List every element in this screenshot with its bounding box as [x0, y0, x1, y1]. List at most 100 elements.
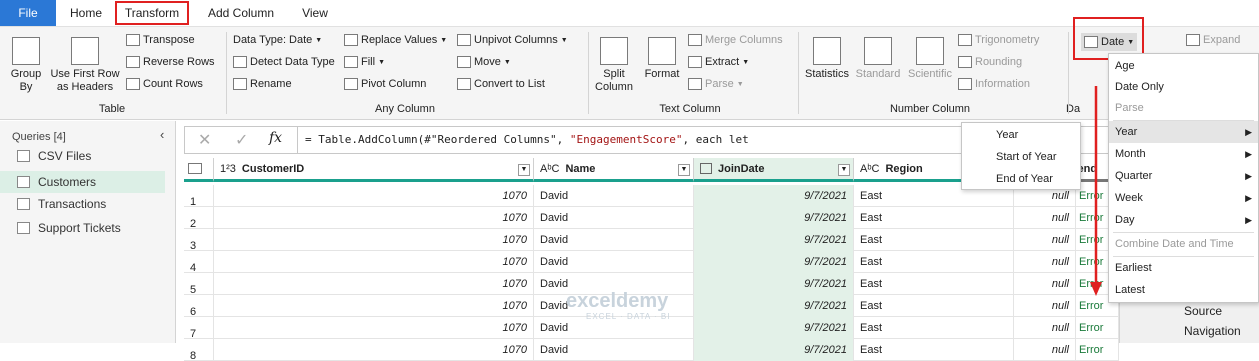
data-type-dropdown[interactable]: Data Type: Date ▼: [233, 34, 322, 46]
trigonometry-button[interactable]: Trigonometry: [958, 34, 1039, 46]
table-cell[interactable]: null: [1014, 295, 1076, 317]
query-item[interactable]: Support Tickets: [17, 221, 121, 235]
rounding-button[interactable]: Rounding: [958, 56, 1022, 68]
applied-step[interactable]: Navigation: [1184, 324, 1241, 338]
table-cell[interactable]: 1070: [214, 185, 534, 207]
table-cell[interactable]: 9/7/2021: [694, 185, 854, 207]
parse-button[interactable]: Parse ▼: [688, 78, 744, 90]
menu-item-end-of-year[interactable]: End of Year: [962, 168, 1080, 190]
group-by-button[interactable]: Group By: [6, 37, 46, 94]
menu-item-year[interactable]: Year: [962, 124, 1080, 146]
menu-item-parse[interactable]: Parse: [1109, 97, 1258, 119]
table-cell[interactable]: David: [534, 185, 694, 207]
table-cell[interactable]: null: [1014, 207, 1076, 229]
row-number[interactable]: 3: [184, 229, 214, 251]
table-cell[interactable]: null: [1014, 273, 1076, 295]
information-button[interactable]: Information: [958, 78, 1030, 90]
table-cell[interactable]: null: [1014, 317, 1076, 339]
split-column-button[interactable]: Split Column: [592, 37, 636, 94]
table-cell[interactable]: East: [854, 339, 1014, 361]
table-cell[interactable]: East: [854, 207, 1014, 229]
menu-item-month[interactable]: Month ▶: [1109, 143, 1258, 165]
column-header-name[interactable]: AᵇC Name ▼: [534, 158, 694, 182]
menu-item-age[interactable]: Age: [1109, 55, 1258, 77]
menu-item-date-only[interactable]: Date Only: [1109, 76, 1258, 98]
table-cell[interactable]: David: [534, 229, 694, 251]
table-cell[interactable]: 9/7/2021: [694, 339, 854, 361]
column-header-customerid[interactable]: 1²3 CustomerID ▼: [214, 158, 534, 182]
fill-button[interactable]: Fill ▼: [344, 56, 385, 68]
table-cell[interactable]: 9/7/2021: [694, 229, 854, 251]
formula-input[interactable]: = Table.AddColumn(#"Reordered Columns", …: [305, 133, 749, 146]
table-cell[interactable]: 9/7/2021: [694, 207, 854, 229]
row-number[interactable]: 4: [184, 251, 214, 273]
menu-item-combine-date-time[interactable]: Combine Date and Time: [1109, 233, 1258, 255]
filter-dropdown-icon[interactable]: ▼: [838, 164, 850, 176]
table-cell[interactable]: East: [854, 317, 1014, 339]
table-menu-icon[interactable]: [184, 158, 214, 182]
row-number[interactable]: 5: [184, 273, 214, 295]
table-cell[interactable]: East: [854, 273, 1014, 295]
merge-columns-button[interactable]: Merge Columns: [688, 34, 783, 46]
table-cell[interactable]: David: [534, 207, 694, 229]
table-cell[interactable]: 1070: [214, 317, 534, 339]
table-cell[interactable]: 1070: [214, 207, 534, 229]
commit-icon[interactable]: ✓: [235, 130, 248, 150]
tab-home[interactable]: Home: [66, 0, 106, 26]
extract-button[interactable]: Extract ▼: [688, 56, 749, 68]
row-number[interactable]: 8: [184, 339, 214, 361]
table-row[interactable]: 4 1070 David 9/7/2021 East null Error: [184, 251, 1119, 273]
replace-values-button[interactable]: Replace Values ▼: [344, 34, 447, 46]
menu-item-latest[interactable]: Latest: [1109, 279, 1258, 301]
table-cell[interactable]: null: [1014, 251, 1076, 273]
tab-file[interactable]: File: [0, 0, 56, 26]
table-cell[interactable]: 9/7/2021: [694, 273, 854, 295]
query-item[interactable]: CSV Files: [17, 149, 91, 163]
menu-item-earliest[interactable]: Earliest: [1109, 257, 1258, 279]
menu-item-week[interactable]: Week ▶: [1109, 187, 1258, 209]
rename-button[interactable]: Rename: [233, 78, 292, 90]
table-cell[interactable]: East: [854, 251, 1014, 273]
table-cell[interactable]: 9/7/2021: [694, 295, 854, 317]
column-header-joindate[interactable]: JoinDate ▼: [694, 158, 854, 182]
table-row[interactable]: 3 1070 David 9/7/2021 East null Error: [184, 229, 1119, 251]
expand-button[interactable]: Expand: [1186, 34, 1240, 46]
menu-item-year[interactable]: Year ▶: [1109, 121, 1258, 143]
table-cell[interactable]: East: [854, 295, 1014, 317]
move-button[interactable]: Move ▼: [457, 56, 511, 68]
table-cell[interactable]: 1070: [214, 251, 534, 273]
menu-item-quarter[interactable]: Quarter ▶: [1109, 165, 1258, 187]
table-cell[interactable]: Error: [1076, 317, 1119, 339]
scientific-button[interactable]: Scientific: [904, 37, 956, 81]
collapse-pane-icon[interactable]: ‹: [160, 127, 164, 142]
format-button[interactable]: Format: [642, 37, 682, 81]
unpivot-columns-button[interactable]: Unpivot Columns ▼: [457, 34, 568, 46]
table-cell[interactable]: 1070: [214, 295, 534, 317]
table-cell[interactable]: East: [854, 229, 1014, 251]
cancel-icon[interactable]: ✕: [198, 130, 211, 150]
menu-item-start-of-year[interactable]: Start of Year: [962, 146, 1080, 168]
query-item-selected[interactable]: Customers: [0, 171, 165, 193]
table-cell[interactable]: null: [1014, 229, 1076, 251]
table-cell[interactable]: 9/7/2021: [694, 317, 854, 339]
pivot-column-button[interactable]: Pivot Column: [344, 78, 426, 90]
detect-data-type-button[interactable]: Detect Data Type: [233, 56, 335, 68]
applied-step[interactable]: Source: [1184, 304, 1222, 318]
filter-dropdown-icon[interactable]: ▼: [518, 164, 530, 176]
table-cell[interactable]: null: [1014, 339, 1076, 361]
row-number[interactable]: 2: [184, 207, 214, 229]
table-cell[interactable]: 1070: [214, 339, 534, 361]
statistics-button[interactable]: Statistics: [802, 37, 852, 81]
table-cell[interactable]: 1070: [214, 273, 534, 295]
table-row[interactable]: 8 1070 David 9/7/2021 East null Error: [184, 339, 1119, 361]
tab-transform[interactable]: Transform: [115, 1, 189, 25]
count-rows-button[interactable]: Count Rows: [126, 78, 203, 90]
standard-button[interactable]: Standard: [854, 37, 902, 81]
table-row[interactable]: 2 1070 David 9/7/2021 East null Error: [184, 207, 1119, 229]
row-number[interactable]: 6: [184, 295, 214, 317]
table-cell[interactable]: David: [534, 251, 694, 273]
transpose-button[interactable]: Transpose: [126, 34, 195, 46]
use-first-row-button[interactable]: Use First Row as Headers: [48, 37, 122, 94]
convert-to-list-button[interactable]: Convert to List: [457, 78, 545, 90]
menu-item-day[interactable]: Day ▶: [1109, 209, 1258, 231]
